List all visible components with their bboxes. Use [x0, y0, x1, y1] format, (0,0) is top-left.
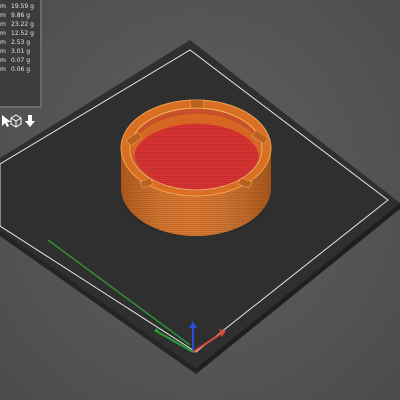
- filament-legend: m 19.59 g m 9.86 g m 23.22 g m 12.52 g m…: [0, 0, 42, 108]
- view-toolbar: [0, 113, 40, 129]
- export-button[interactable]: [23, 113, 37, 129]
- download-arrow-icon: [25, 115, 35, 127]
- iso-view-cube-icon: [10, 114, 22, 128]
- legend-weight: 0.06 g: [11, 66, 31, 73]
- notch-back: [189, 99, 205, 109]
- 3d-viewport[interactable]: [0, 0, 400, 400]
- iso-view-button[interactable]: [9, 113, 23, 129]
- legend-row: m 0.06 g: [0, 65, 40, 75]
- legend-unit: m: [0, 66, 6, 73]
